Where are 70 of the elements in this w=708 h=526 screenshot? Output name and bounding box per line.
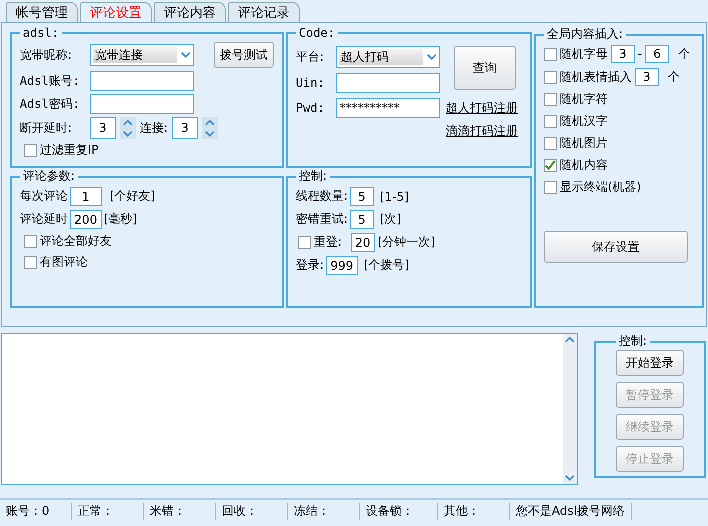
query-button[interactable]: 查询: [454, 46, 516, 90]
unit-label: [毫秒]: [104, 211, 138, 228]
input-field[interactable]: 20: [351, 233, 376, 252]
login-control-button[interactable]: 开始登录: [616, 350, 684, 376]
field-label: 登录:: [296, 257, 324, 274]
group-title: adsl:: [22, 26, 60, 40]
group-title: 控制:: [618, 333, 648, 350]
input-field[interactable]: 5: [350, 210, 374, 229]
checkbox-label: 随机字符: [560, 91, 608, 108]
dropdown[interactable]: 宽带连接: [90, 44, 194, 66]
input-field[interactable]: 3: [635, 68, 659, 86]
checkbox-label: 随机图片: [560, 135, 608, 152]
field-label: Uin:: [296, 76, 326, 90]
tab[interactable]: 评论记录: [228, 2, 300, 22]
field-label: 密错重试:: [296, 211, 348, 228]
group-title: Code:: [298, 26, 336, 40]
checkbox-label: 评论全部好友: [40, 233, 112, 250]
field-label: 线程数量:: [296, 188, 348, 205]
unit-label: [分钟一次]: [378, 234, 436, 251]
tab[interactable]: 帐号管理: [6, 2, 78, 22]
checkbox-label: 随机汉字: [560, 113, 608, 130]
field-label: 断开延时:: [20, 120, 74, 136]
checkbox-label: 显示终端(机器): [560, 179, 642, 196]
input-field[interactable]: 3: [90, 117, 116, 139]
checkbox-label: 重登:: [314, 234, 342, 251]
field-label: Adsl账号:: [20, 72, 82, 90]
field-label: Pwd:: [296, 101, 326, 115]
field-label: 每次评论: [20, 188, 68, 205]
register-link[interactable]: 滴滴打码注册: [446, 123, 524, 140]
field-label: Adsl密码:: [20, 96, 82, 112]
checkbox-label: 过滤重复IP: [40, 142, 99, 159]
dropdown[interactable]: 超人打码: [336, 46, 440, 68]
password-field[interactable]: **********: [336, 98, 440, 118]
checkbox-label: 有图评论: [40, 254, 88, 271]
input-field[interactable]: 3: [172, 117, 198, 139]
field-label: 平台:: [296, 48, 326, 66]
field-label: 宽带昵称:: [20, 46, 74, 64]
unit-label: [个拨号]: [364, 257, 410, 274]
status-text: 设备锁：: [360, 502, 438, 520]
checkbox-label: 随机表情插入: [560, 68, 632, 86]
unit-label: [个好友]: [110, 188, 156, 205]
status-text: 回收：: [216, 502, 288, 520]
checkbox-label: 随机字母: [560, 46, 608, 62]
input-field[interactable]: 200: [70, 210, 102, 229]
input-field[interactable]: 1: [70, 187, 102, 206]
separator: -: [638, 47, 642, 61]
tab[interactable]: 评论内容: [154, 2, 226, 22]
input-field[interactable]: 6: [645, 45, 670, 63]
save-settings-button[interactable]: 保存设置: [544, 231, 688, 263]
unit-label: 个: [668, 68, 680, 86]
input-field[interactable]: 3: [611, 45, 635, 63]
group-title: 控制:: [298, 168, 328, 185]
unit-label: [次]: [380, 211, 402, 228]
group-title: 评论参数:: [22, 168, 76, 185]
group-title: 全局内容插入:: [546, 26, 624, 43]
field-label: 评论延时: [20, 211, 68, 228]
field-label: 连接:: [140, 120, 168, 136]
status-text: 其他：: [438, 502, 510, 520]
register-link[interactable]: 超人打码注册: [446, 100, 524, 116]
unit-label: 个: [678, 46, 690, 62]
input-field[interactable]: 5: [350, 187, 374, 206]
checkbox-label: 随机内容: [560, 157, 608, 174]
status-text: 正常：: [72, 502, 144, 520]
status-text: 米错：: [144, 502, 216, 520]
unit-label: [1-5]: [380, 190, 410, 204]
status-text: 冻结：: [288, 502, 360, 520]
status-text: 您不是Adsl拨号网络: [510, 502, 632, 520]
status-text: 账号：0: [0, 502, 72, 520]
dial-test-button[interactable]: 拨号测试: [214, 42, 274, 68]
input-field[interactable]: 999: [326, 256, 358, 275]
